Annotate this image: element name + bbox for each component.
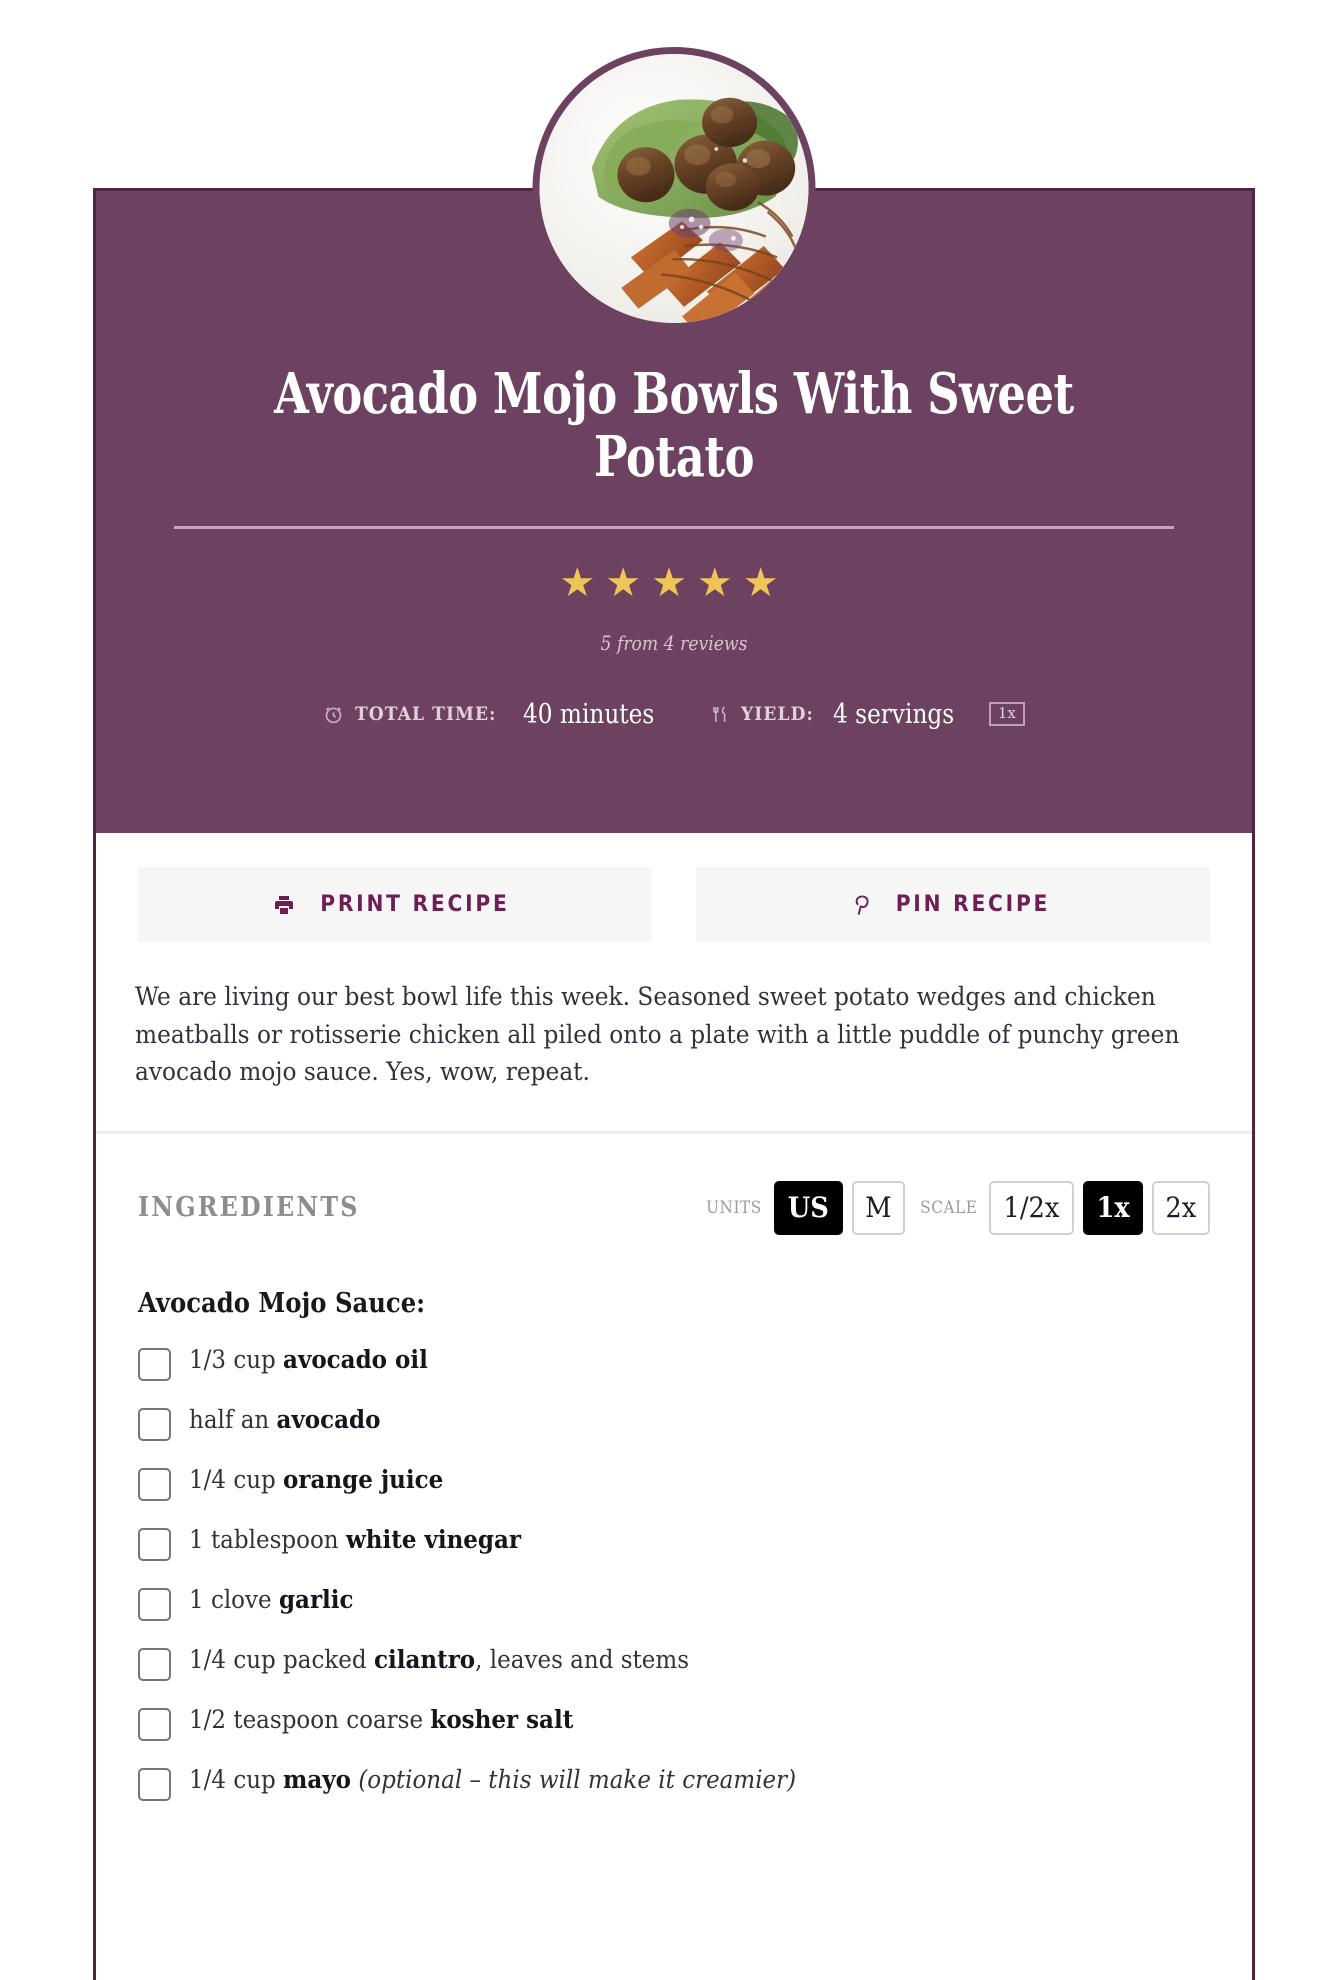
- ingredient-text: 1/2 teaspoon coarse kosher salt: [189, 1704, 574, 1734]
- hero-image-wrapper: [532, 47, 816, 330]
- recipe-card-header: Avocado Mojo Bowls With Sweet Potato ★★★…: [96, 47, 1252, 833]
- total-time-label: Total Time:: [355, 703, 497, 726]
- scale-toggle-group: Scale 1/2x 1x 2x: [917, 1180, 1210, 1235]
- scale-option-1x[interactable]: 1x: [1083, 1180, 1144, 1235]
- star-icon: ★: [696, 559, 743, 605]
- star-icon: ★: [605, 559, 652, 605]
- total-time-value: 40 minutes: [523, 698, 655, 730]
- recipe-description: We are living our best bowl life this we…: [135, 982, 1180, 1086]
- pin-recipe-label: Pin Recipe: [895, 892, 1051, 917]
- ingredient-item[interactable]: 1/4 cup packed cilantro, leaves and stem…: [138, 1643, 1210, 1681]
- scale-option-2x[interactable]: 2x: [1152, 1180, 1210, 1235]
- star-icon: ★: [742, 559, 789, 605]
- ingredient-checkbox[interactable]: [138, 1467, 171, 1501]
- yield-scale-badge[interactable]: 1x: [988, 702, 1025, 727]
- units-caption: Units: [706, 1197, 763, 1218]
- star-icon: ★: [651, 559, 697, 605]
- ingredient-text: 1/4 cup orange juice: [189, 1464, 444, 1494]
- rating-stars: ★★★★★: [156, 559, 1192, 605]
- yield-label: Yield:: [740, 703, 814, 726]
- ingredient-item[interactable]: 1/2 teaspoon coarse kosher salt: [138, 1703, 1210, 1741]
- ingredient-checkbox[interactable]: [138, 1587, 171, 1621]
- recipe-meta-row: Total Time: 40 minutes Yield: 4 servings: [156, 699, 1192, 730]
- ingredients-heading: Ingredients: [138, 1192, 360, 1223]
- printer-icon: [272, 893, 296, 917]
- ingredient-text: 1 tablespoon white vinegar: [189, 1524, 522, 1554]
- ingredient-item[interactable]: 1 clove garlic: [138, 1583, 1210, 1621]
- ingredient-item[interactable]: 1 tablespoon white vinegar: [138, 1523, 1210, 1561]
- ingredient-checkbox[interactable]: [138, 1767, 171, 1801]
- ingredient-item[interactable]: half an avocado: [138, 1403, 1210, 1441]
- ingredients-header: Ingredients Units US M Scale 1/2x 1x 2x: [138, 1180, 1210, 1236]
- ingredients-section: Ingredients Units US M Scale 1/2x 1x 2x: [96, 1134, 1252, 1863]
- title-divider: [174, 525, 1174, 529]
- print-recipe-button[interactable]: Print Recipe: [138, 867, 652, 942]
- ingredient-checkbox[interactable]: [138, 1707, 171, 1741]
- ingredient-controls: Units US M Scale 1/2x 1x 2x: [703, 1180, 1210, 1235]
- recipe-card: Avocado Mojo Bowls With Sweet Potato ★★★…: [93, 47, 1255, 1980]
- total-time-meta: Total Time: 40 minutes: [323, 699, 676, 730]
- ingredient-text: half an avocado: [189, 1404, 381, 1434]
- ingredient-checkbox[interactable]: [138, 1407, 171, 1441]
- units-option-us[interactable]: US: [774, 1180, 844, 1235]
- ingredient-text: 1/4 cup packed cilantro, leaves and stem…: [189, 1644, 690, 1674]
- pin-recipe-button[interactable]: Pin Recipe: [696, 867, 1210, 942]
- fork-knife-icon: [710, 704, 730, 725]
- recipe-hero-image: [532, 47, 816, 330]
- ingredient-list: 1/3 cup avocado oil half an avocado 1/4 cu…: [138, 1343, 1210, 1801]
- ingredient-text: 1/3 cup avocado oil: [189, 1344, 428, 1374]
- ingredient-group-title: Avocado Mojo Sauce:: [138, 1287, 426, 1319]
- yield-value: 4 servings: [832, 698, 955, 730]
- yield-meta: Yield: 4 servings 1x: [710, 699, 1025, 730]
- ingredient-text: 1/4 cup mayo (optional – this will make …: [189, 1764, 797, 1794]
- scale-option-half[interactable]: 1/2x: [989, 1180, 1075, 1235]
- ingredient-checkbox[interactable]: [138, 1347, 171, 1381]
- units-option-metric[interactable]: M: [852, 1180, 905, 1235]
- ingredient-item[interactable]: 1/4 cup orange juice: [138, 1463, 1210, 1501]
- rating-summary: 5 from 4 reviews: [600, 630, 748, 655]
- clock-icon: [323, 704, 344, 725]
- recipe-actions: Print Recipe Pin Recipe: [96, 833, 1252, 942]
- star-icon: ★: [559, 559, 606, 605]
- pinterest-icon: [849, 893, 873, 917]
- print-recipe-label: Print Recipe: [320, 892, 510, 917]
- ingredient-checkbox[interactable]: [138, 1647, 171, 1681]
- ingredient-item[interactable]: 1/4 cup mayo (optional – this will make …: [138, 1763, 1210, 1801]
- page-root: Avocado Mojo Bowls With Sweet Potato ★★★…: [0, 0, 1320, 1980]
- ingredient-item[interactable]: 1/3 cup avocado oil: [138, 1343, 1210, 1381]
- ingredient-text: 1 clove garlic: [189, 1584, 354, 1614]
- ingredient-checkbox[interactable]: [138, 1527, 171, 1561]
- units-toggle-group: Units US M: [703, 1180, 905, 1235]
- scale-caption: Scale: [919, 1197, 978, 1218]
